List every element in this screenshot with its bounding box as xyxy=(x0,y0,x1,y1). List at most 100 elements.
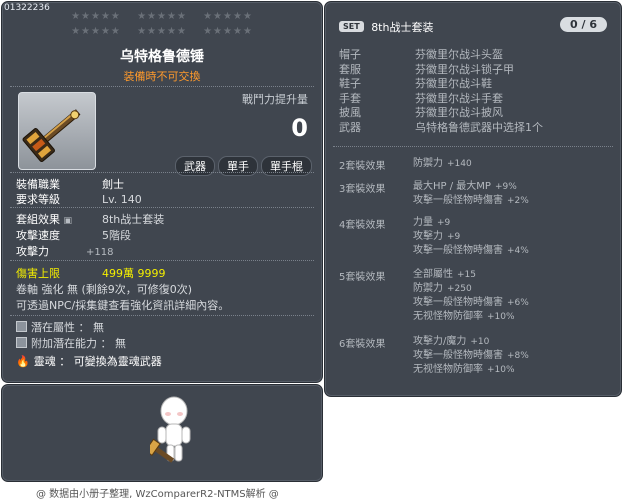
set-effect-value: +4% xyxy=(507,246,529,256)
soul-row: 🔥 靈魂 ： 可變換為靈魂武器 xyxy=(16,353,162,369)
star-group: ★★★★★ xyxy=(137,11,187,22)
set-effect-value: +9% xyxy=(494,182,517,192)
set-effect-value: +10% xyxy=(487,312,515,322)
damage-cap-value: 499萬 9999 xyxy=(102,267,166,280)
set-effect-stat: 攻擊一般怪物時傷害 xyxy=(413,350,503,361)
set-effect-lines: 最大HP / 最大MP +9% 攻擊一般怪物時傷害 +2% xyxy=(413,180,529,208)
set-piece-row: 武器 乌特格鲁德武器中选择1个 xyxy=(339,119,543,135)
potential-row: 潛在屬性 ： 無 xyxy=(16,319,104,335)
set-effect-line: 无视怪物防御率 +10% xyxy=(413,363,529,377)
set-piece-item: 乌特格鲁德武器中选择1个 xyxy=(415,120,543,134)
star-group: ★★★★★ xyxy=(71,11,121,22)
potential-value: ： 無 xyxy=(78,321,105,334)
attack-value: +118 xyxy=(86,247,114,258)
set-effect-tier-label: 5套裝效果 xyxy=(339,272,386,283)
set-effect-line: 最大HP / 最大MP +9% xyxy=(413,180,529,194)
set-effect-stat: 全部屬性 xyxy=(413,269,453,280)
set-effect-stat: 攻擊力 xyxy=(413,231,443,242)
soul-label: 靈魂 xyxy=(33,355,56,368)
set-effect-line: 攻擊一般怪物時傷害 +2% xyxy=(413,194,529,208)
character-preview-panel xyxy=(1,384,323,482)
star-force-row-1: ★★★★★ ★★★★★ ★★★★★ xyxy=(2,11,322,22)
set-header: SET 8th战士套装 xyxy=(339,19,433,35)
additional-potential-label: 附加潛在能力 xyxy=(31,337,97,350)
combat-power-label: 戰鬥力提升量 xyxy=(242,93,308,106)
set-effect-stat: 无视怪物防御率 xyxy=(413,364,483,375)
set-piece-item: 芬徽里尔战斗手套 xyxy=(415,91,503,105)
set-effect-value: +140 xyxy=(447,159,472,169)
set-piece-slot: 武器 xyxy=(339,120,361,134)
potential-icon xyxy=(16,321,27,332)
item-tags: 武器 單手 單手棍 xyxy=(172,156,312,176)
set-effect-stat: 攻擊力/魔力 xyxy=(413,336,467,347)
attack-row: 攻擊力 +118 xyxy=(16,243,113,259)
scroll-enhance-line: 卷軸 強化 無 (剩餘9次，可修復0次) xyxy=(16,283,193,296)
credit-line: @ 数据由小册子整理, WzComparerR2-NTMS解析 @ xyxy=(36,489,279,500)
tag-weapon: 武器 xyxy=(175,156,215,176)
attack-label: 攻擊力 xyxy=(16,245,49,258)
set-effect-row: 套組效果 ▣ 8th战士套装 xyxy=(16,211,164,227)
set-effect-tier-label: 6套裝效果 xyxy=(339,339,386,350)
set-piece-count: 0 / 6 xyxy=(560,17,607,32)
set-effect-label-text: 套組效果 xyxy=(16,213,60,226)
set-effect-line: 防禦力 +140 xyxy=(413,157,472,171)
combat-power-value: 0 xyxy=(291,114,308,142)
set-effect-stat: 最大HP / 最大MP xyxy=(413,181,491,192)
damage-cap-label: 傷害上限 xyxy=(16,267,60,280)
additional-potential-icon xyxy=(16,337,27,348)
set-effect-value: 8th战士套装 xyxy=(102,213,165,226)
set-effect-line: 攻擊一般怪物時傷害 +8% xyxy=(413,349,529,363)
set-effect-value: +6% xyxy=(507,298,529,308)
set-effect-line: 攻擊一般怪物時傷害 +4% xyxy=(413,244,529,258)
req-level-row: 要求等級 Lv. 140 xyxy=(16,191,142,207)
job-value: 劍士 xyxy=(102,178,124,191)
set-effect-line: 防禦力 +250 xyxy=(413,282,529,296)
divider xyxy=(10,260,314,261)
tag-one-handed-blunt: 單手棍 xyxy=(261,156,312,176)
set-effect-value: +8% xyxy=(507,351,529,361)
set-effect-value: +10 xyxy=(470,337,490,347)
npc-info-line: 可透過NPC/採集鍵查看強化資訊詳細內容。 xyxy=(16,299,230,312)
divider xyxy=(333,146,613,147)
star-group: ★★★★★ xyxy=(71,26,121,37)
character-preview-avatar xyxy=(150,396,191,463)
set-piece-item: 芬徽里尔战斗披风 xyxy=(415,106,503,119)
set-effect-stat: 攻擊一般怪物時傷害 xyxy=(413,297,503,308)
tag-one-handed: 單手 xyxy=(218,156,258,176)
star-force-row-2: ★★★★★ ★★★★★ ★★★★★ xyxy=(2,26,322,37)
set-effect-lines: 防禦力 +140 xyxy=(413,157,472,171)
star-group: ★★★★★ xyxy=(203,11,253,22)
set-effect-tier-label: 4套裝效果 xyxy=(339,220,386,231)
additional-potential-value: ： 無 xyxy=(100,337,127,350)
set-effect-lines: 攻擊力/魔力 +10 攻擊一般怪物時傷害 +8% 无视怪物防御率 +10% xyxy=(413,335,529,377)
item-icon-frame xyxy=(18,92,96,170)
set-effect-value: +10% xyxy=(487,365,515,375)
set-effect-tier-label: 2套裝效果 xyxy=(339,161,386,172)
star-group: ★★★★★ xyxy=(137,26,187,37)
set-badge: SET xyxy=(339,21,364,32)
hammer-weapon-icon xyxy=(22,109,81,162)
potential-label: 潛在屬性 xyxy=(31,321,75,334)
set-effect-lines: 力量 +9 攻擊力 +9 攻擊一般怪物時傷害 +4% xyxy=(413,216,529,258)
damage-cap-row: 傷害上限 499萬 9999 xyxy=(16,265,166,281)
job-label: 裝備職業 xyxy=(16,178,60,191)
set-effect-stat: 无视怪物防御率 xyxy=(413,311,483,322)
item-name: 乌特格鲁德锤 xyxy=(120,49,204,65)
req-level-value: Lv. 140 xyxy=(102,193,142,206)
trade-restriction-note: 装備時不可交換 xyxy=(123,70,201,83)
additional-potential-row: 附加潛在能力 ： 無 xyxy=(16,335,126,351)
set-effect-value: +2% xyxy=(507,196,529,206)
divider xyxy=(10,172,314,173)
divider xyxy=(10,315,314,316)
set-effect-line: 力量 +9 xyxy=(413,216,529,230)
req-level-label: 要求等級 xyxy=(16,193,60,206)
star-group: ★★★★★ xyxy=(203,26,253,37)
set-effect-value: +9 xyxy=(437,218,451,228)
item-tooltip-panel: 01322236 ★★★★★ ★★★★★ ★★★★★ ★★★★★ ★★★★★ ★… xyxy=(1,1,323,383)
divider xyxy=(10,207,314,208)
attack-speed-value: 5階段 xyxy=(102,229,131,242)
set-piece-item: 芬徽里尔战斗锁子甲 xyxy=(415,62,514,76)
set-effect-stat: 攻擊一般怪物時傷害 xyxy=(413,245,503,256)
attack-speed-row: 攻擊速度 5階段 xyxy=(16,227,131,243)
set-effect-line: 全部屬性 +15 xyxy=(413,268,529,282)
